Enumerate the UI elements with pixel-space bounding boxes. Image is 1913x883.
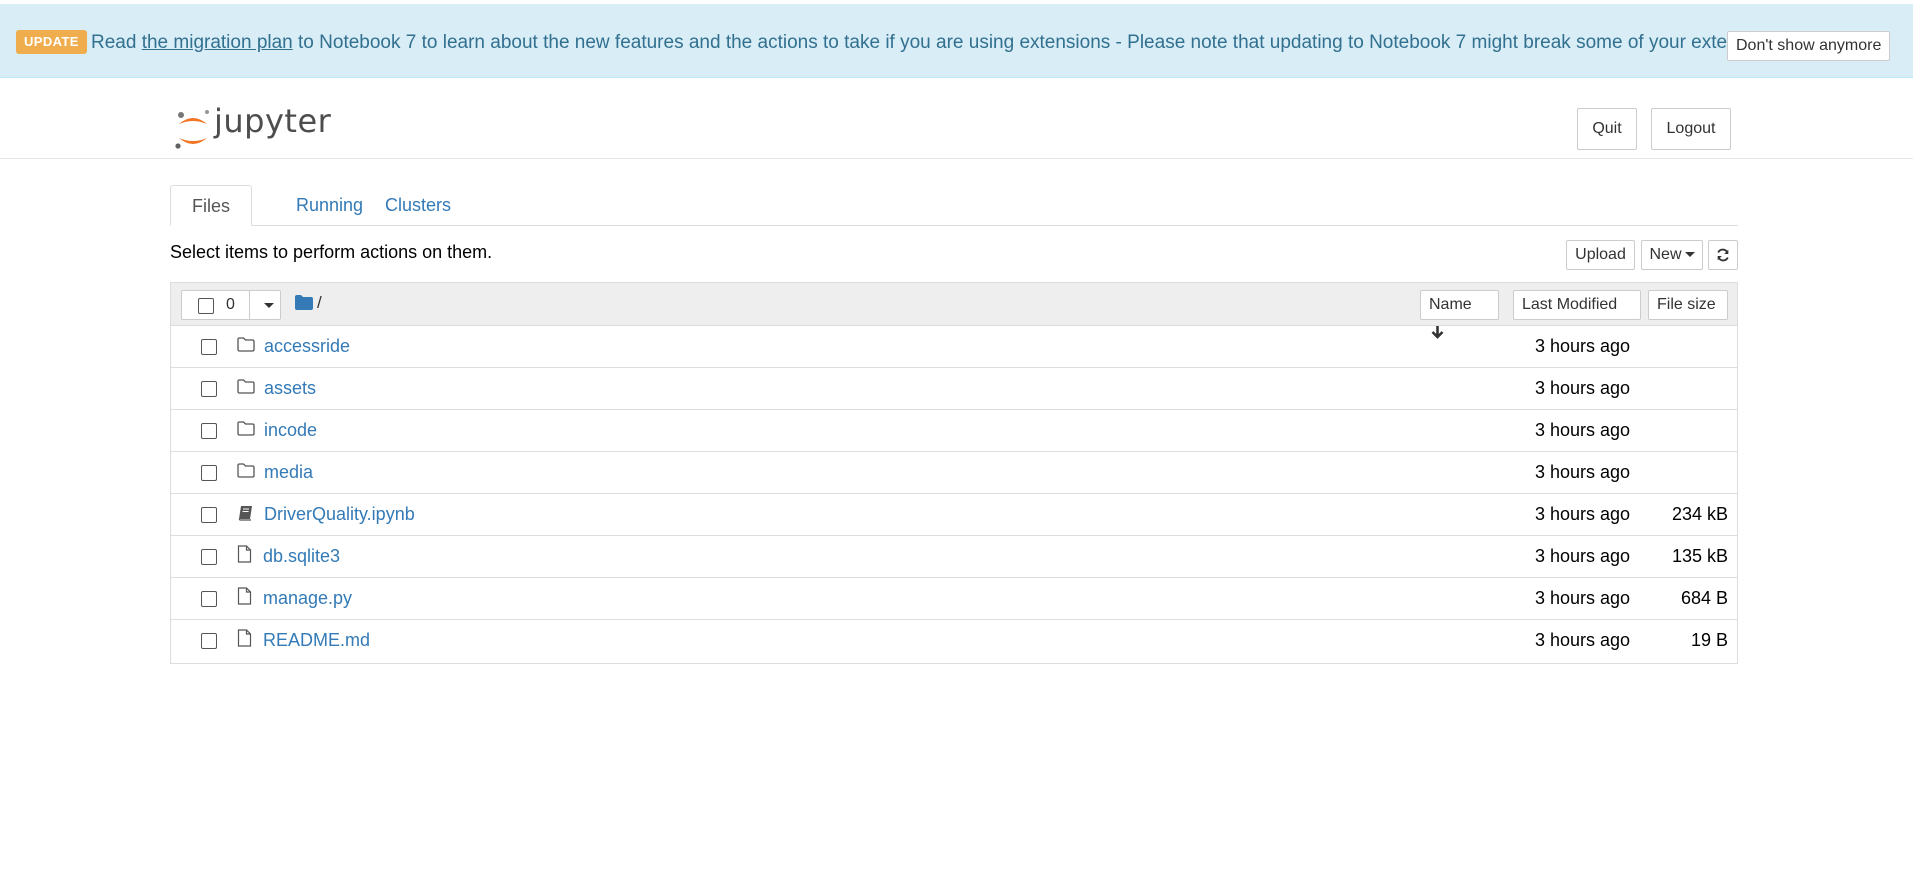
item-modified: 3 hours ago — [1535, 588, 1631, 608]
item-checkbox[interactable] — [201, 381, 217, 397]
folder-root-icon[interactable] — [295, 295, 313, 310]
item-modified: 3 hours ago — [1535, 378, 1631, 398]
new-dropdown-button[interactable]: New — [1641, 240, 1703, 270]
list-item[interactable]: manage.py 3 hours ago 684 B — [171, 577, 1737, 619]
file-icon — [237, 587, 252, 605]
tab-clusters[interactable]: Clusters — [364, 185, 472, 225]
item-name-link[interactable]: db.sqlite3 — [263, 546, 340, 567]
item-checkbox[interactable] — [201, 549, 217, 565]
upload-button[interactable]: Upload — [1566, 240, 1635, 270]
jupyter-wordmark[interactable]: jupyter — [214, 102, 331, 140]
banner-text-before: Read — [91, 32, 137, 53]
item-modified: 3 hours ago — [1535, 420, 1631, 440]
item-name-link[interactable]: README.md — [263, 630, 370, 651]
list-item[interactable]: DriverQuality.ipynb 3 hours ago 234 kB — [171, 493, 1737, 535]
tab-bar: Files Running Clusters — [170, 185, 1738, 226]
item-modified: 3 hours ago — [1535, 546, 1631, 566]
list-item[interactable]: assets 3 hours ago — [171, 367, 1737, 409]
item-name-link[interactable]: incode — [264, 420, 317, 441]
sort-by-size-button[interactable]: File size — [1648, 290, 1728, 320]
item-modified: 3 hours ago — [1535, 336, 1631, 356]
quit-button[interactable]: Quit — [1577, 108, 1637, 150]
sort-by-name-button[interactable]: Name — [1420, 290, 1499, 339]
item-checkbox[interactable] — [201, 633, 217, 649]
item-modified: 3 hours ago — [1535, 462, 1631, 482]
item-name-link[interactable]: accessride — [264, 336, 350, 357]
caret-down-icon — [1684, 252, 1695, 258]
item-checkbox[interactable] — [201, 591, 217, 607]
item-size: 234 kB — [1671, 504, 1728, 524]
banner-message: Read the migration plan to Notebook 7 to… — [91, 31, 1787, 55]
file-list: 0 / Name Last Modified File size accessr… — [170, 282, 1738, 664]
file-icon — [237, 629, 252, 647]
logout-button[interactable]: Logout — [1651, 108, 1731, 150]
new-label: New — [1649, 246, 1682, 263]
folder-icon — [237, 337, 255, 352]
refresh-button[interactable] — [1708, 240, 1738, 270]
select-all-checkbox[interactable] — [198, 298, 214, 314]
item-checkbox[interactable] — [201, 507, 217, 523]
list-item[interactable]: media 3 hours ago — [171, 451, 1737, 493]
item-checkbox[interactable] — [201, 339, 217, 355]
item-name-link[interactable]: media — [264, 462, 313, 483]
list-item[interactable]: db.sqlite3 3 hours ago 135 kB — [171, 535, 1737, 577]
item-name-link[interactable]: manage.py — [263, 588, 352, 609]
update-badge: UPDATE — [16, 30, 87, 54]
banner-text-after: to Notebook 7 to learn about the new fea… — [298, 32, 1788, 53]
folder-icon — [237, 421, 255, 436]
item-modified: 3 hours ago — [1535, 630, 1631, 650]
item-name-link[interactable]: assets — [264, 378, 316, 399]
folder-icon — [237, 379, 255, 394]
item-size: 19 B — [1690, 630, 1728, 650]
select-menu-caret-icon[interactable] — [264, 303, 274, 308]
header: jupyter Quit Logout — [0, 78, 1913, 159]
item-modified: 3 hours ago — [1535, 504, 1631, 524]
list-item[interactable]: README.md 3 hours ago 19 B — [171, 619, 1737, 661]
notebook-icon — [238, 506, 252, 521]
update-banner: UPDATE Read the migration plan to Notebo… — [0, 4, 1913, 78]
folder-icon — [237, 463, 255, 478]
name-sort-label: Name — [1429, 296, 1472, 313]
selection-hint: Select items to perform actions on them. — [170, 242, 493, 262]
refresh-icon — [1717, 248, 1729, 262]
divider — [249, 291, 250, 319]
tab-files[interactable]: Files — [170, 185, 253, 226]
item-name-link[interactable]: DriverQuality.ipynb — [264, 504, 415, 525]
file-list-header: 0 / Name Last Modified File size — [171, 283, 1737, 339]
file-icon — [237, 545, 252, 563]
item-checkbox[interactable] — [201, 423, 217, 439]
selected-count: 0 — [226, 296, 235, 313]
dont-show-anymore-button[interactable]: Don't show anymore — [1727, 31, 1891, 61]
migration-plan-link[interactable]: the migration plan — [142, 32, 293, 53]
item-size: 135 kB — [1671, 546, 1728, 566]
sort-by-modified-button[interactable]: Last Modified — [1513, 290, 1641, 320]
breadcrumb-root[interactable]: / — [317, 293, 322, 313]
select-all-group: 0 — [181, 290, 281, 320]
item-checkbox[interactable] — [201, 465, 217, 481]
list-item[interactable]: incode 3 hours ago — [171, 409, 1737, 451]
list-item[interactable]: accessride 3 hours ago — [171, 325, 1737, 367]
item-size: 684 B — [1680, 588, 1728, 608]
